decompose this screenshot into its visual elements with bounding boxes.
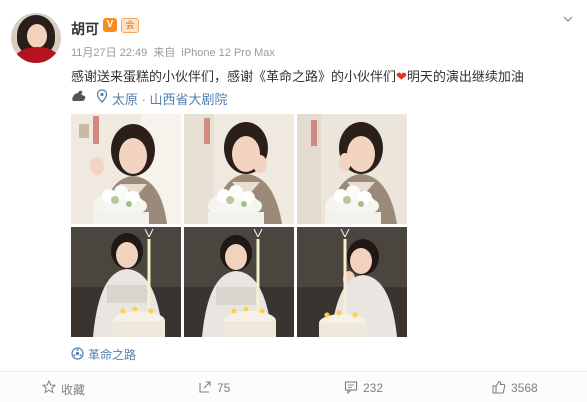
- avatar[interactable]: [11, 13, 61, 63]
- photo-5[interactable]: [184, 227, 294, 337]
- source-prefix: 来自: [153, 47, 176, 59]
- photo-3-image: [297, 114, 407, 224]
- photo-2[interactable]: [184, 114, 294, 224]
- photo-6-image: [297, 227, 407, 337]
- post-text: 感谢送来蛋糕的小伙伴们，感谢《革命之路》的小伙伴们❤明天的演出继续加油: [71, 66, 524, 85]
- post-date[interactable]: 11月27日 22:49: [71, 47, 147, 59]
- username[interactable]: 胡可: [71, 19, 99, 39]
- thumbs-up-icon: [492, 380, 506, 394]
- photo-4[interactable]: [71, 227, 181, 337]
- strong-arm-icon: [72, 90, 86, 101]
- comment-count: 232: [363, 381, 384, 395]
- post-text-part-2: 明天的演出继续加油: [406, 69, 524, 84]
- photo-5-image: [184, 227, 294, 337]
- topic-label: 革命之路: [88, 348, 137, 362]
- member-badge-icon[interactable]: 会: [121, 18, 139, 33]
- avatar-face: [27, 24, 47, 48]
- avatar-dress: [15, 47, 59, 63]
- post-device[interactable]: iPhone 12 Pro Max: [181, 47, 275, 59]
- post-meta: 11月27日 22:49 来自 iPhone 12 Pro Max: [71, 44, 278, 60]
- action-bar: 收藏 75 232 3568: [0, 372, 587, 402]
- comment-icon: [344, 381, 358, 394]
- location-link[interactable]: 太原 · 山西省大剧院: [112, 89, 228, 108]
- photo-1-image: [71, 114, 181, 224]
- photo-1[interactable]: [71, 114, 181, 224]
- photo-4-image: [71, 227, 181, 337]
- post-text-part-1: 感谢送来蛋糕的小伙伴们，感谢《革命之路》的小伙伴们: [71, 69, 397, 84]
- verified-badge-icon[interactable]: V: [103, 18, 117, 32]
- topic-icon: [71, 347, 84, 360]
- photo-6[interactable]: [297, 227, 407, 337]
- star-icon: [42, 380, 56, 394]
- repost-count: 75: [217, 381, 231, 395]
- like-count: 3568: [511, 381, 538, 395]
- photo-2-image: [184, 114, 294, 224]
- weibo-post-card: 胡可 V 会 11月27日 22:49 来自 iPhone 12 Pro Max…: [0, 0, 587, 402]
- repost-icon: [199, 381, 211, 393]
- heart-icon: ❤: [396, 69, 407, 84]
- location-pin-icon: [96, 89, 108, 103]
- photo-3[interactable]: [297, 114, 407, 224]
- chevron-down-icon[interactable]: [561, 12, 575, 26]
- favorite-label: 收藏: [61, 383, 86, 397]
